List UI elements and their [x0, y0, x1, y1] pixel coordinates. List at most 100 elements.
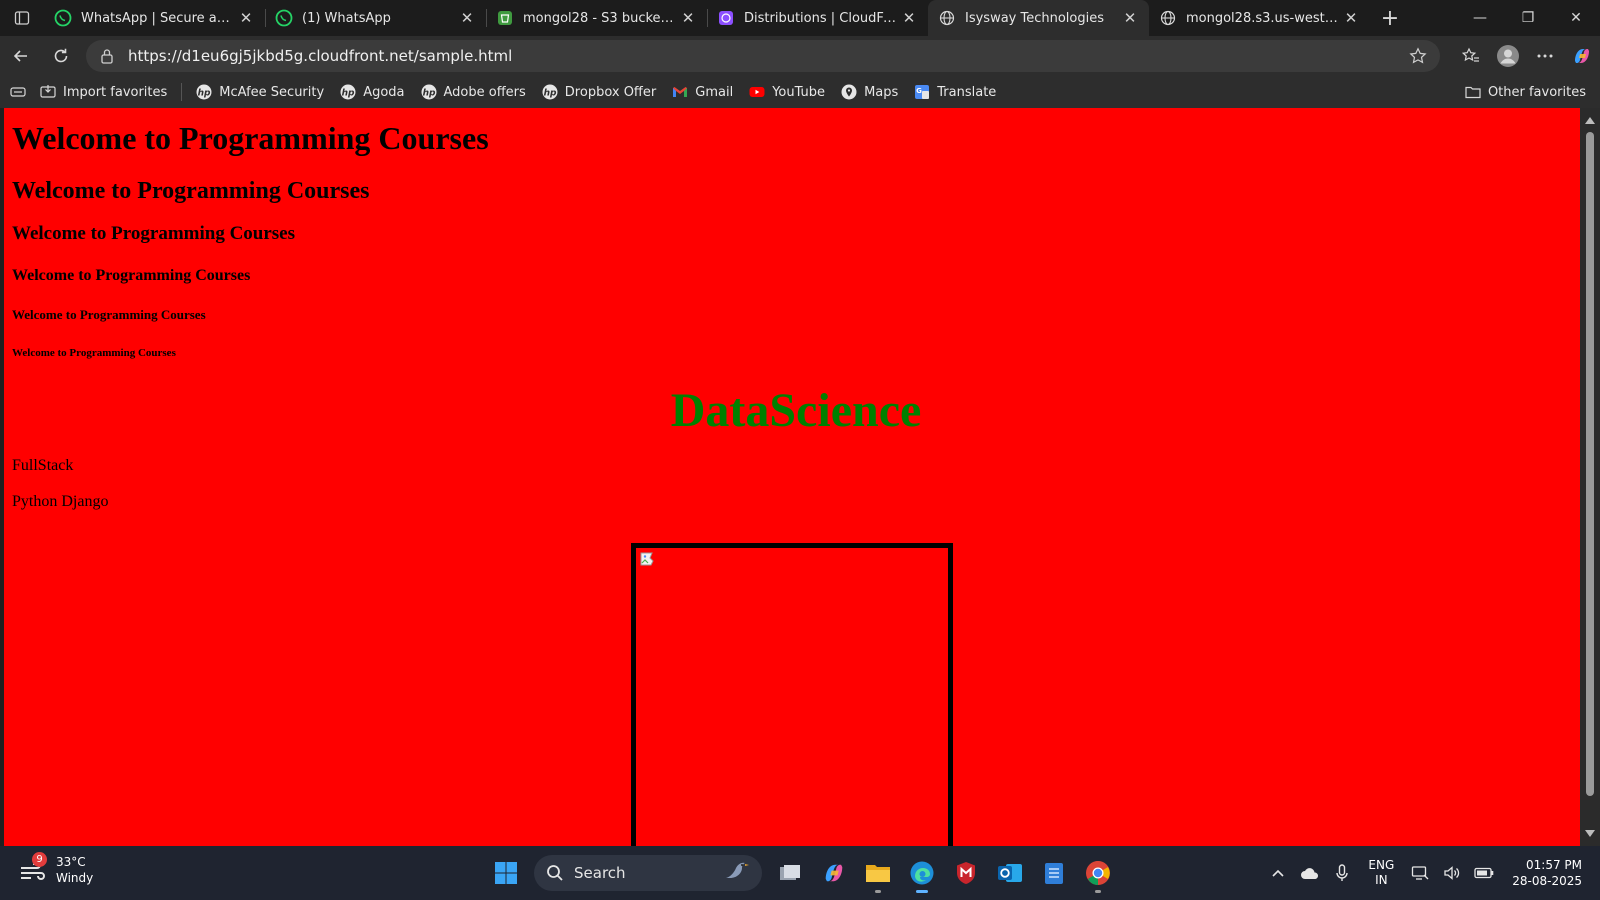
notification-badge: 9	[32, 852, 47, 867]
refresh-icon[interactable]	[42, 40, 80, 72]
bookmark-label: Import favorites	[63, 84, 168, 100]
minimize-icon[interactable]: —	[1456, 0, 1504, 36]
favorites-icon[interactable]	[1452, 40, 1489, 72]
bookmark-label: Adobe offers	[443, 84, 526, 100]
maps-icon	[841, 84, 857, 100]
close-icon[interactable]: ✕	[1119, 7, 1141, 29]
clock[interactable]: 01:57 PM 28-08-2025	[1512, 857, 1582, 889]
translate-icon: G	[914, 84, 930, 100]
restore-icon[interactable]: ❐	[1504, 0, 1552, 36]
bookmark-other-favorites[interactable]: Other favorites	[1457, 79, 1594, 105]
cloudfront-icon	[717, 9, 735, 27]
bookmark-label: Translate	[937, 84, 997, 100]
svg-text:G: G	[916, 87, 922, 95]
tab-title: mongol28.s3.us-west-1.ama	[1186, 10, 1340, 26]
scroll-down-icon[interactable]	[1585, 830, 1595, 837]
import-icon	[40, 84, 56, 100]
scrollbar-thumb[interactable]	[1586, 132, 1594, 796]
bookmark-gmail[interactable]: Gmail	[664, 79, 741, 105]
weather-temperature: 33°C	[56, 855, 86, 869]
page-body: Welcome to Programming Courses Welcome t…	[4, 120, 1580, 511]
chrome-icon[interactable]	[1076, 853, 1120, 893]
clock-date: 28-08-2025	[1512, 874, 1582, 888]
heading-h5: Welcome to Programming Courses	[12, 307, 206, 322]
favorite-star-icon[interactable]	[1406, 47, 1430, 65]
close-window-icon[interactable]: ✕	[1552, 0, 1600, 36]
close-icon[interactable]: ✕	[456, 7, 478, 29]
bookmark-label: Dropbox Offer	[564, 84, 657, 100]
aws-s3-icon	[496, 9, 514, 27]
heading-h6: Welcome to Programming Courses	[12, 347, 176, 359]
divider	[181, 83, 183, 101]
bookmark-mcafee[interactable]: hp McAfee Security	[188, 79, 332, 105]
paragraph-fullstack: FullStack	[12, 457, 74, 474]
bookmark-adobe-offers[interactable]: hp Adobe offers	[413, 79, 534, 105]
heading-h3: Welcome to Programming Courses	[12, 223, 296, 244]
search-highlight-bird-icon	[720, 858, 750, 888]
url-text[interactable]: https://d1eu6gj5jkbd5g.cloudfront.net/sa…	[128, 47, 1406, 65]
file-explorer-icon[interactable]	[856, 853, 900, 893]
mcafee-icon[interactable]	[944, 853, 988, 893]
outlook-icon[interactable]	[988, 853, 1032, 893]
weather-condition: Windy	[56, 871, 94, 885]
page-viewport: Welcome to Programming Courses Welcome t…	[4, 108, 1580, 846]
favorites-bar: Import favorites hp McAfee Security hp A…	[0, 76, 1600, 108]
close-icon[interactable]: ✕	[677, 7, 699, 29]
copilot-icon[interactable]	[1563, 40, 1600, 72]
whatsapp-icon	[275, 9, 293, 27]
start-button[interactable]	[484, 853, 528, 893]
back-icon[interactable]	[2, 40, 40, 72]
vertical-scrollbar[interactable]	[1580, 108, 1600, 846]
close-icon[interactable]: ✕	[235, 7, 257, 29]
bookmark-label: Gmail	[695, 84, 734, 100]
tab-s3-object[interactable]: mongol28.s3.us-west-1.ama ✕	[1149, 0, 1370, 36]
copilot-taskbar-icon[interactable]	[812, 853, 856, 893]
tab-title: (1) WhatsApp	[302, 10, 391, 26]
edge-browser-icon[interactable]	[900, 853, 944, 893]
bookmark-dropbox-offer[interactable]: hp Dropbox Offer	[534, 79, 664, 105]
weather-widget[interactable]: 9 33°C Windy	[18, 852, 94, 886]
profile-avatar-icon[interactable]	[1489, 40, 1526, 72]
search-label: Search	[574, 864, 626, 882]
microphone-icon[interactable]	[1326, 864, 1358, 882]
whatsapp-icon	[54, 9, 72, 27]
tab-title: WhatsApp | Secure and Relia	[81, 10, 235, 26]
address-bar[interactable]: https://d1eu6gj5jkbd5g.cloudfront.net/sa…	[86, 40, 1440, 72]
bookmark-label: Agoda	[363, 84, 405, 100]
taskbar-search[interactable]: Search	[534, 855, 762, 891]
network-icon[interactable]	[1404, 865, 1436, 881]
hp-icon: hp	[542, 84, 558, 100]
gmail-icon	[672, 84, 688, 100]
more-options-icon[interactable]	[1526, 40, 1563, 72]
tab-cloudfront[interactable]: Distributions | CloudFront | ✕	[707, 0, 928, 36]
bookmark-import-favorites[interactable]: Import favorites	[32, 79, 175, 105]
input-language-indicator[interactable]: ENG IN	[1368, 858, 1394, 888]
bookmark-maps[interactable]: Maps	[833, 79, 906, 105]
tab-title: Distributions | CloudFront |	[744, 10, 898, 26]
tab-title: mongol28 - S3 bucket | S3 |	[523, 10, 677, 26]
language-code: ENG	[1368, 858, 1395, 872]
tab-whatsapp-web[interactable]: WhatsApp | Secure and Relia ✕	[44, 0, 265, 36]
tab-s3-bucket[interactable]: mongol28 - S3 bucket | S3 | ✕	[486, 0, 707, 36]
close-icon[interactable]: ✕	[898, 7, 920, 29]
tab-whatsapp[interactable]: (1) WhatsApp ✕	[265, 0, 486, 36]
youtube-icon	[749, 84, 765, 100]
bookmark-translate[interactable]: G Translate	[906, 79, 1004, 105]
bookmark-label: YouTube	[772, 84, 826, 100]
scroll-up-icon[interactable]	[1585, 117, 1595, 124]
bookmark-youtube[interactable]: YouTube	[741, 79, 833, 105]
bookmark-agoda[interactable]: hp Agoda	[332, 79, 412, 105]
new-tab-button[interactable]: +	[1370, 0, 1410, 36]
battery-icon[interactable]	[1468, 867, 1500, 879]
close-icon[interactable]: ✕	[1340, 7, 1362, 29]
notepad-icon[interactable]	[1032, 853, 1076, 893]
tab-isysway[interactable]: Isysway Technologies ✕	[928, 0, 1149, 36]
show-hidden-icons-chevron-up-icon[interactable]	[1262, 868, 1294, 878]
volume-icon[interactable]	[1436, 865, 1468, 881]
lock-icon[interactable]	[96, 48, 118, 64]
tab-actions-icon[interactable]	[0, 0, 44, 36]
favorites-menu-icon[interactable]	[0, 79, 32, 105]
onedrive-cloud-icon[interactable]	[1294, 866, 1326, 880]
task-view-icon[interactable]	[768, 853, 812, 893]
heading-h4: Welcome to Programming Courses	[12, 267, 251, 284]
